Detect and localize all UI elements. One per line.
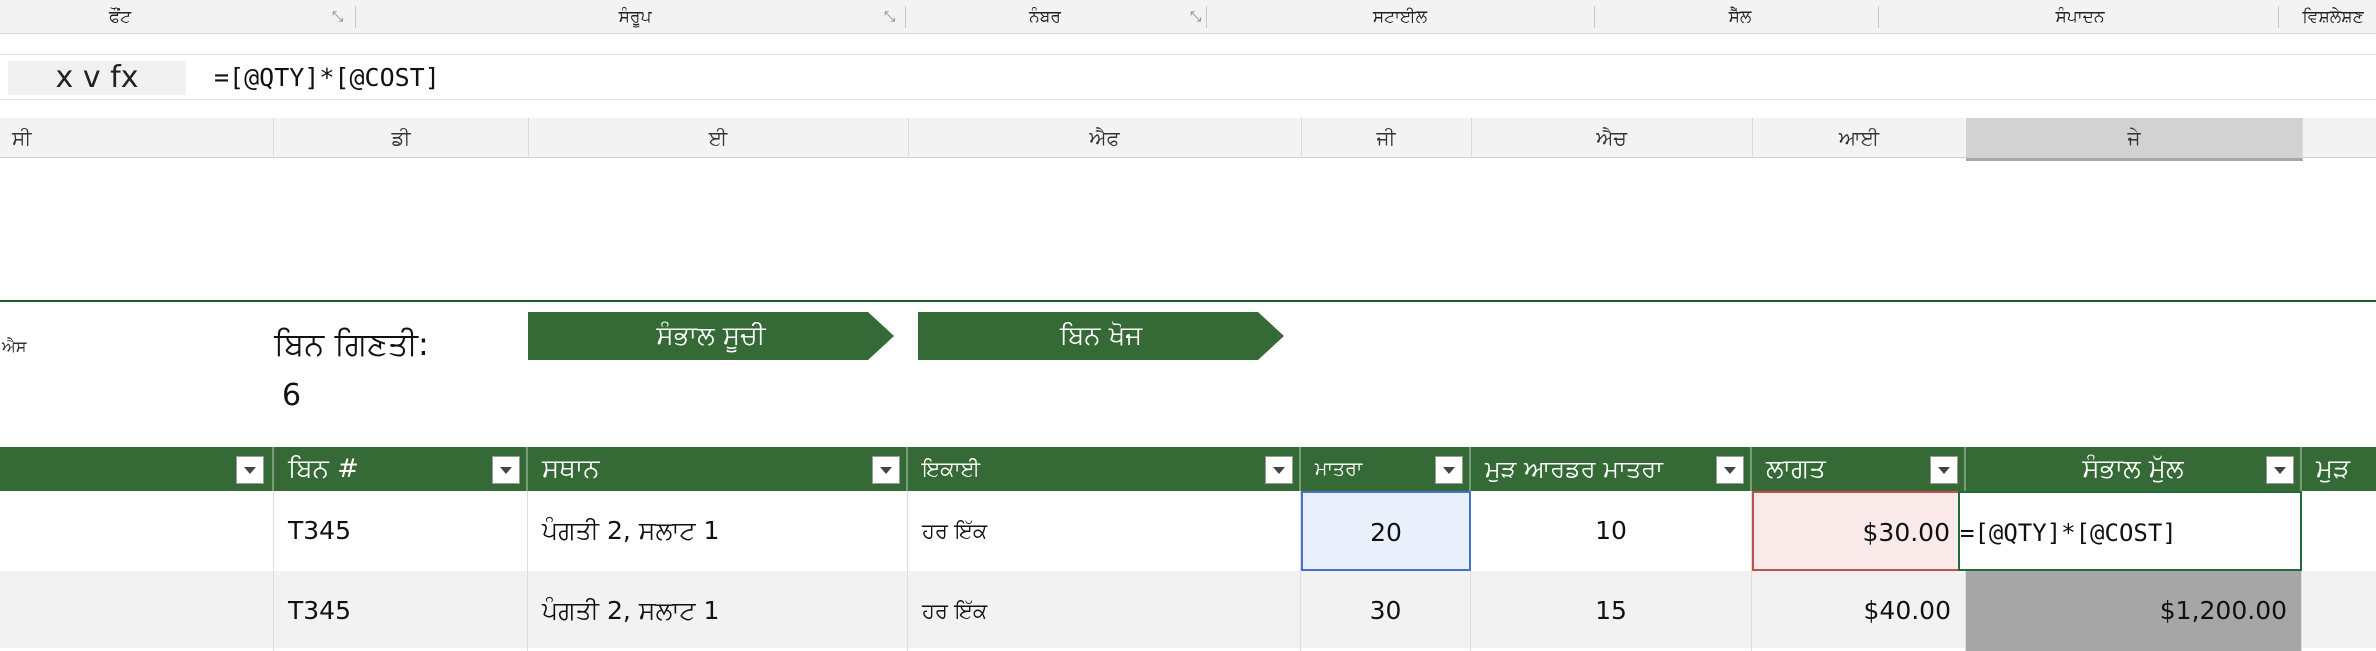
ribbon-separator (1206, 6, 1207, 28)
table-cell-inventory-value[interactable]: $1,200.00 (1966, 571, 2302, 651)
column-header-i[interactable]: ਆਈ (1752, 118, 1967, 158)
table-header-qty[interactable]: ਮਾਤਰਾ (1301, 447, 1471, 491)
table-cell-qty-precedent[interactable]: 20 (1301, 491, 1471, 571)
ribbon-group-font[interactable]: ਫੌਂਟ (60, 0, 180, 34)
sort-filter-dropdown-icon[interactable] (236, 456, 264, 484)
filter-dropdown-icon[interactable] (1265, 456, 1293, 484)
formula-input[interactable]: =[@QTY]*[@COST] (214, 55, 440, 101)
column-header-bar: ਸੀ ਡੀ ਈ ਐਫ ਜੀ ਐਚ ਆਈ ਜੇ (0, 118, 2376, 161)
table-header-cost[interactable]: ਲਾਗਤ (1752, 447, 1966, 491)
column-header-h[interactable]: ਐਚ (1471, 118, 1753, 158)
column-header-e[interactable]: ਈ (528, 118, 909, 158)
ribbon-group-analysis[interactable]: ਵਿਸ਼ਲੇਸ਼ਣ (2290, 0, 2376, 34)
side-label: ਐਸ (2, 337, 27, 356)
ribbon-group-cells[interactable]: ਸੈੱਲ (1700, 0, 1780, 34)
name-box-fx-icon[interactable]: x v fx (8, 61, 186, 95)
table-cell-qty[interactable]: 30 (1301, 571, 1471, 651)
table-header-label: ਇਕਾਈ (922, 457, 981, 481)
bin-count-value: 6 (282, 378, 302, 413)
column-header-j[interactable]: ਜੇ (1966, 118, 2303, 161)
filter-dropdown-icon[interactable] (872, 456, 900, 484)
inventory-list-button[interactable]: ਸੰਭਾਲ ਸੂਚੀ (528, 312, 894, 360)
table-header-bin[interactable]: ਬਿਨ # (274, 447, 528, 491)
column-header-d[interactable]: ਡੀ (274, 118, 529, 158)
table-cell-cost[interactable]: $40.00 (1752, 571, 1966, 651)
table-cell-unit[interactable]: ਹਰ ਇੱਕ (908, 571, 1301, 651)
table-header-label: ਮੁੜ (2316, 454, 2351, 484)
table-cell-editing-formula[interactable]: =[@QTY]*[@COST] (1958, 491, 2302, 571)
ribbon-group-styles[interactable]: ਸਟਾਈਲ (1335, 0, 1465, 34)
column-header-c[interactable]: ਸੀ (0, 118, 274, 158)
table-header-label: ਬਿਨ # (288, 454, 359, 484)
ribbon-group-editing[interactable]: ਸੰਪਾਦਨ (2020, 0, 2140, 34)
ribbon-group-number[interactable]: ਨੰਬਰ (1000, 0, 1090, 34)
filter-dropdown-icon[interactable] (1716, 456, 1744, 484)
table-cell-location[interactable]: ਪੰਗਤੀ 2, ਸਲਾਟ 1 (528, 491, 908, 571)
bin-search-button[interactable]: ਬਿਨ ਖੋਜ (918, 312, 1284, 360)
table-header-label: ਲਾਗਤ (1766, 454, 1826, 484)
table-header-label: ਸਥਾਨ (542, 454, 600, 484)
column-header-f[interactable]: ਐਫ (908, 118, 1302, 158)
font-launcher-icon[interactable]: ⤡ (332, 9, 343, 25)
table-cell-bin[interactable]: T345 (274, 491, 528, 571)
table-cell-cost-precedent[interactable]: $30.00 (1752, 491, 1966, 571)
table-cell-unit[interactable]: ਹਰ ਇੱਕ (908, 491, 1301, 571)
table-cell[interactable] (2302, 491, 2376, 571)
table-header-location[interactable]: ਸਥਾਨ (528, 447, 908, 491)
ribbon-separator (355, 6, 356, 28)
bin-count-label: ਬਿਨ ਗਿਣਤੀ: (274, 325, 429, 363)
table-header-label: ਮਾਤਰਾ (1315, 458, 1363, 480)
table-cell-bin[interactable]: T345 (274, 571, 528, 651)
table-cell-location[interactable]: ਪੰਗਤੀ 2, ਸਲਾਟ 1 (528, 571, 908, 651)
ribbon-group-alignment[interactable]: ਸੰਰੂਪ (560, 0, 710, 34)
ribbon-separator (2278, 6, 2279, 28)
table-header-inventory-value[interactable]: ਸੰਭਾਲ ਮੁੱਲ (1966, 447, 2302, 491)
table-header-label: ਮੁੜ ਆਰਡਰ ਮਾਤਰਾ (1485, 455, 1663, 483)
table-header-first[interactable] (0, 447, 274, 491)
ribbon-separator (1594, 6, 1595, 28)
table-row: T345 ਪੰਗਤੀ 2, ਸਲਾਟ 1 ਹਰ ਇੱਕ 20 10 $30.00… (0, 491, 2376, 571)
table-cell[interactable] (0, 491, 274, 571)
table-cell-reorder-qty[interactable]: 10 (1471, 491, 1752, 571)
filter-dropdown-icon[interactable] (1435, 456, 1463, 484)
number-launcher-icon[interactable]: ⤡ (1190, 9, 1201, 25)
filter-dropdown-icon[interactable] (492, 456, 520, 484)
table-header-label: ਸੰਭਾਲ ਮੁੱਲ (2082, 454, 2184, 484)
section-divider (0, 300, 2376, 302)
filter-dropdown-icon[interactable] (1930, 456, 1958, 484)
ribbon-separator (1878, 6, 1879, 28)
formula-bar: x v fx =[@QTY]*[@COST] (0, 54, 2376, 100)
table-header-row: ਬਿਨ # ਸਥਾਨ ਇਕਾਈ ਮਾਤਰਾ ਮੁੜ ਆਰਡਰ ਮਾਤਰਾ ਲਾਗ… (0, 447, 2376, 491)
table-header-reorder-qty[interactable]: ਮੁੜ ਆਰਡਰ ਮਾਤਰਾ (1471, 447, 1752, 491)
ribbon-separator (905, 6, 906, 28)
table-header-reorder[interactable]: ਮੁੜ (2302, 447, 2376, 491)
filter-dropdown-icon[interactable] (2266, 456, 2294, 484)
table-cell[interactable] (0, 571, 274, 651)
table-cell[interactable] (2302, 571, 2376, 651)
table-cell-reorder-qty[interactable]: 15 (1471, 571, 1752, 651)
alignment-launcher-icon[interactable]: ⤡ (884, 9, 895, 25)
column-header-g[interactable]: ਜੀ (1301, 118, 1472, 158)
table-row: T345 ਪੰਗਤੀ 2, ਸਲਾਟ 1 ਹਰ ਇੱਕ 30 15 $40.00… (0, 571, 2376, 651)
ribbon-group-bar: ਫੌਂਟ ⤡ ਸੰਰੂਪ ⤡ ਨੰਬਰ ⤡ ਸਟਾਈਲ ਸੈੱਲ ਸੰਪਾਦਨ … (0, 0, 2376, 34)
table-header-unit[interactable]: ਇਕਾਈ (908, 447, 1301, 491)
